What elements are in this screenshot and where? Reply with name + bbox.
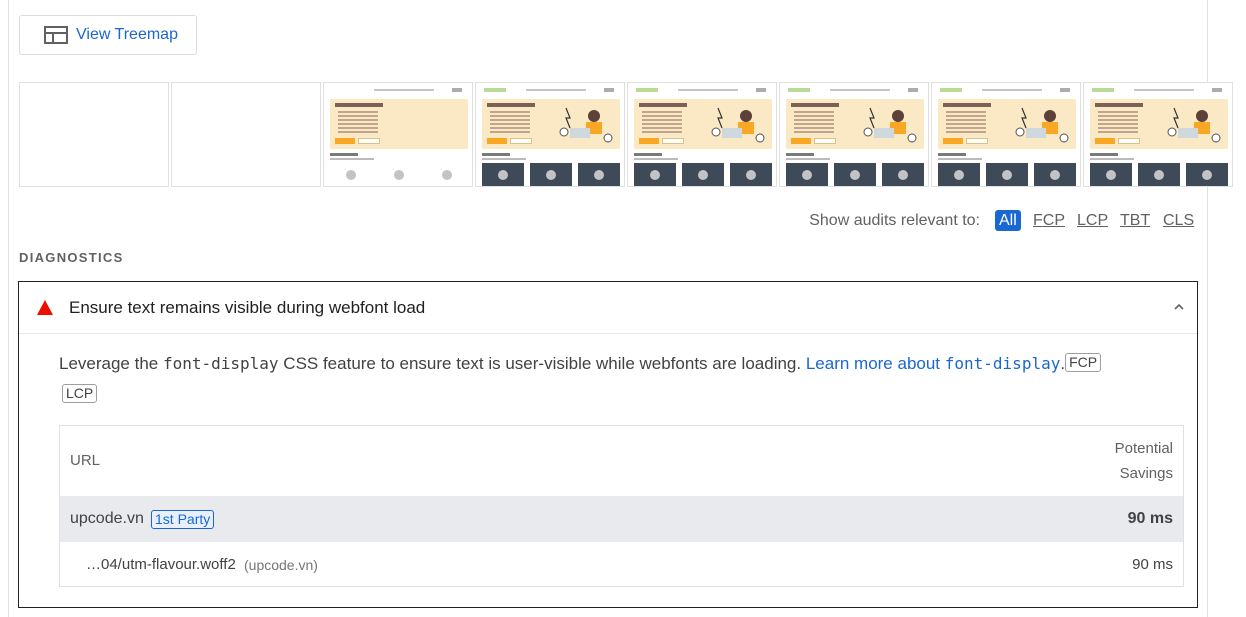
learn-more-text: Learn more about [805, 354, 945, 373]
filter-all[interactable]: All [995, 210, 1021, 231]
treemap-icon [44, 25, 68, 45]
audit-title: Ensure text remains visible during webfo… [69, 298, 426, 317]
filmstrip-frame-full [475, 82, 625, 187]
entity-host: upcode.vn [70, 510, 144, 527]
first-party-badge: 1st Party [151, 510, 215, 529]
table-row: …04/utm-flavour.woff2 (upcode.vn) 90 ms [60, 542, 1183, 587]
desc-code: font-display [162, 354, 279, 373]
filter-tbt[interactable]: TBT [1120, 212, 1150, 230]
filmstrip [19, 82, 1235, 187]
details-table: URL Potential Savings upcode.vn 1st Part… [59, 425, 1184, 587]
column-potential-savings: Potential Savings [1115, 436, 1173, 486]
table-row-group: upcode.vn 1st Party 90 ms [60, 496, 1183, 542]
view-treemap-button[interactable]: View Treemap [19, 15, 197, 55]
learn-more-link[interactable]: Learn more about font-display [806, 354, 1061, 373]
diagnostics-heading: DIAGNOSTICS [19, 250, 124, 265]
metric-tag-fcp: FCP [1065, 353, 1102, 372]
filter-label: Show audits relevant to: [809, 212, 980, 229]
column-url: URL [70, 452, 101, 469]
audit-filter-bar: Show audits relevant to: All FCP LCP TBT… [0, 210, 1194, 232]
metric-tag-lcp: LCP [62, 384, 98, 403]
filter-fcp[interactable]: FCP [1033, 212, 1065, 230]
filter-lcp[interactable]: LCP [1077, 212, 1108, 230]
filmstrip-frame-full [627, 82, 777, 187]
filmstrip-frame-full [779, 82, 929, 187]
left-divider [8, 0, 9, 617]
group-savings: 90 ms [1127, 510, 1173, 527]
filmstrip-frame-partial [323, 82, 473, 187]
column-savings-line2: Savings [1119, 465, 1173, 482]
filmstrip-frame-blank [171, 82, 321, 187]
audit-description: Leverage the font-display CSS feature to… [59, 348, 1159, 410]
table-header: URL Potential Savings [60, 426, 1183, 496]
filmstrip-frame-full [931, 82, 1081, 187]
learn-more-code: font-display [944, 354, 1061, 373]
resource-savings: 90 ms [1132, 556, 1173, 573]
column-savings-line1: Potential [1114, 440, 1173, 457]
filmstrip-frame-full [1083, 82, 1233, 187]
audit-font-display: Ensure text remains visible during webfo… [18, 281, 1198, 608]
filmstrip-frame-blank [19, 82, 169, 187]
chevron-up-icon[interactable] [1173, 300, 1185, 318]
desc-text: Leverage the [59, 354, 163, 373]
resource-url[interactable]: …04/utm-flavour.woff2 [86, 556, 236, 573]
view-treemap-label: View Treemap [76, 26, 178, 43]
filter-cls[interactable]: CLS [1163, 212, 1194, 230]
warning-triangle-icon [37, 300, 53, 320]
resource-origin: (upcode.vn) [244, 557, 318, 573]
audit-header[interactable]: Ensure text remains visible during webfo… [19, 282, 1197, 334]
desc-text: CSS feature to ensure text is user-visib… [278, 354, 806, 373]
